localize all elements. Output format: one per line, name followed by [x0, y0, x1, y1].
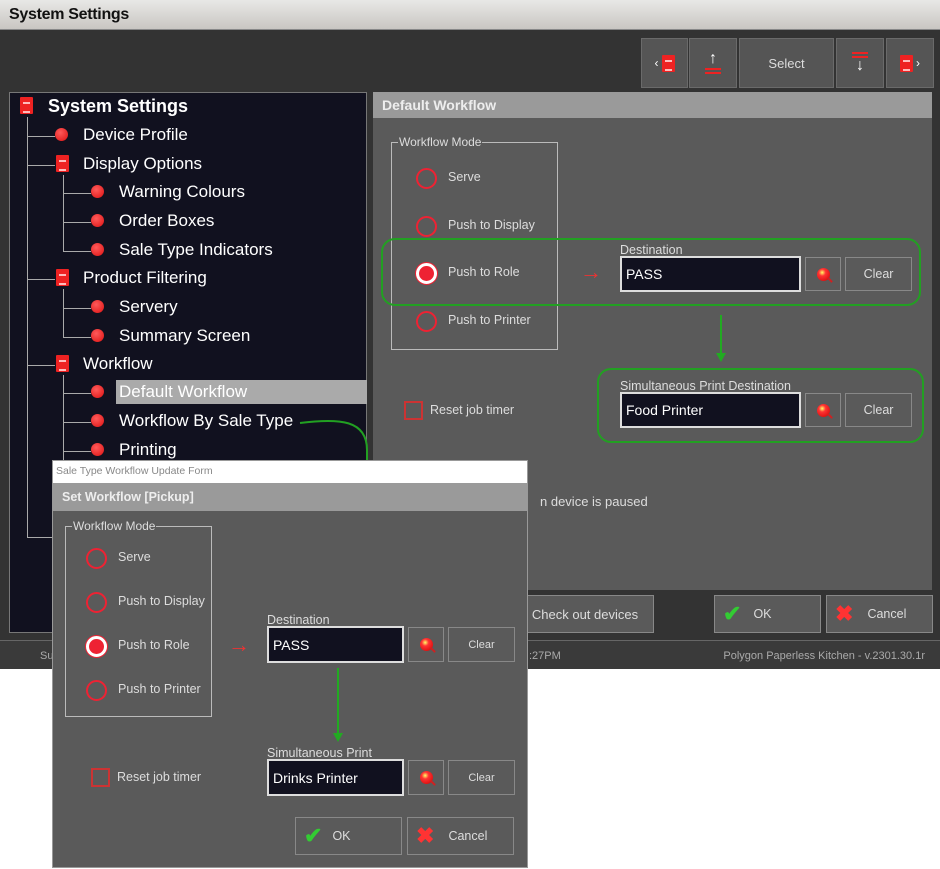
radio-push-to-display[interactable] — [86, 592, 107, 613]
destination-clear-button[interactable]: Clear — [448, 627, 515, 662]
arrow-down-icon — [333, 668, 343, 742]
group-legend: Workflow Mode — [72, 519, 157, 533]
radio-label: Serve — [118, 550, 151, 564]
destination-search-button[interactable] — [408, 627, 444, 662]
simultaneous-clear-button[interactable]: Clear — [448, 760, 515, 795]
simultaneous-label: Simultaneous Print — [267, 746, 372, 760]
radio-push-to-printer[interactable] — [86, 680, 107, 701]
arrow-right-icon: → — [228, 632, 250, 657]
destination-label: Destination — [267, 613, 330, 627]
check-icon: ✔ — [304, 823, 323, 848]
radio-serve[interactable] — [86, 548, 107, 569]
destination-input[interactable]: PASS — [267, 626, 404, 663]
dialog-ok-button[interactable]: ✔ OK — [295, 817, 402, 855]
simultaneous-search-button[interactable] — [408, 760, 444, 795]
simultaneous-input[interactable]: Drinks Printer — [267, 759, 404, 796]
radio-label: Push to Printer — [118, 682, 201, 696]
reset-job-timer-checkbox[interactable] — [91, 768, 110, 787]
cross-icon: ✖ — [416, 823, 435, 848]
radio-push-to-role[interactable] — [86, 636, 107, 657]
radio-label: Push to Role — [118, 638, 190, 652]
search-icon — [419, 771, 433, 784]
dialog-title-bar: Sale Type Workflow Update Form — [53, 461, 527, 483]
dialog-header: Set Workflow [Pickup] — [53, 483, 527, 511]
search-icon — [419, 638, 433, 651]
dialog-cancel-button[interactable]: ✖ Cancel — [407, 817, 514, 855]
reset-job-timer-label: Reset job timer — [117, 770, 202, 784]
radio-label: Push to Display — [118, 594, 205, 608]
